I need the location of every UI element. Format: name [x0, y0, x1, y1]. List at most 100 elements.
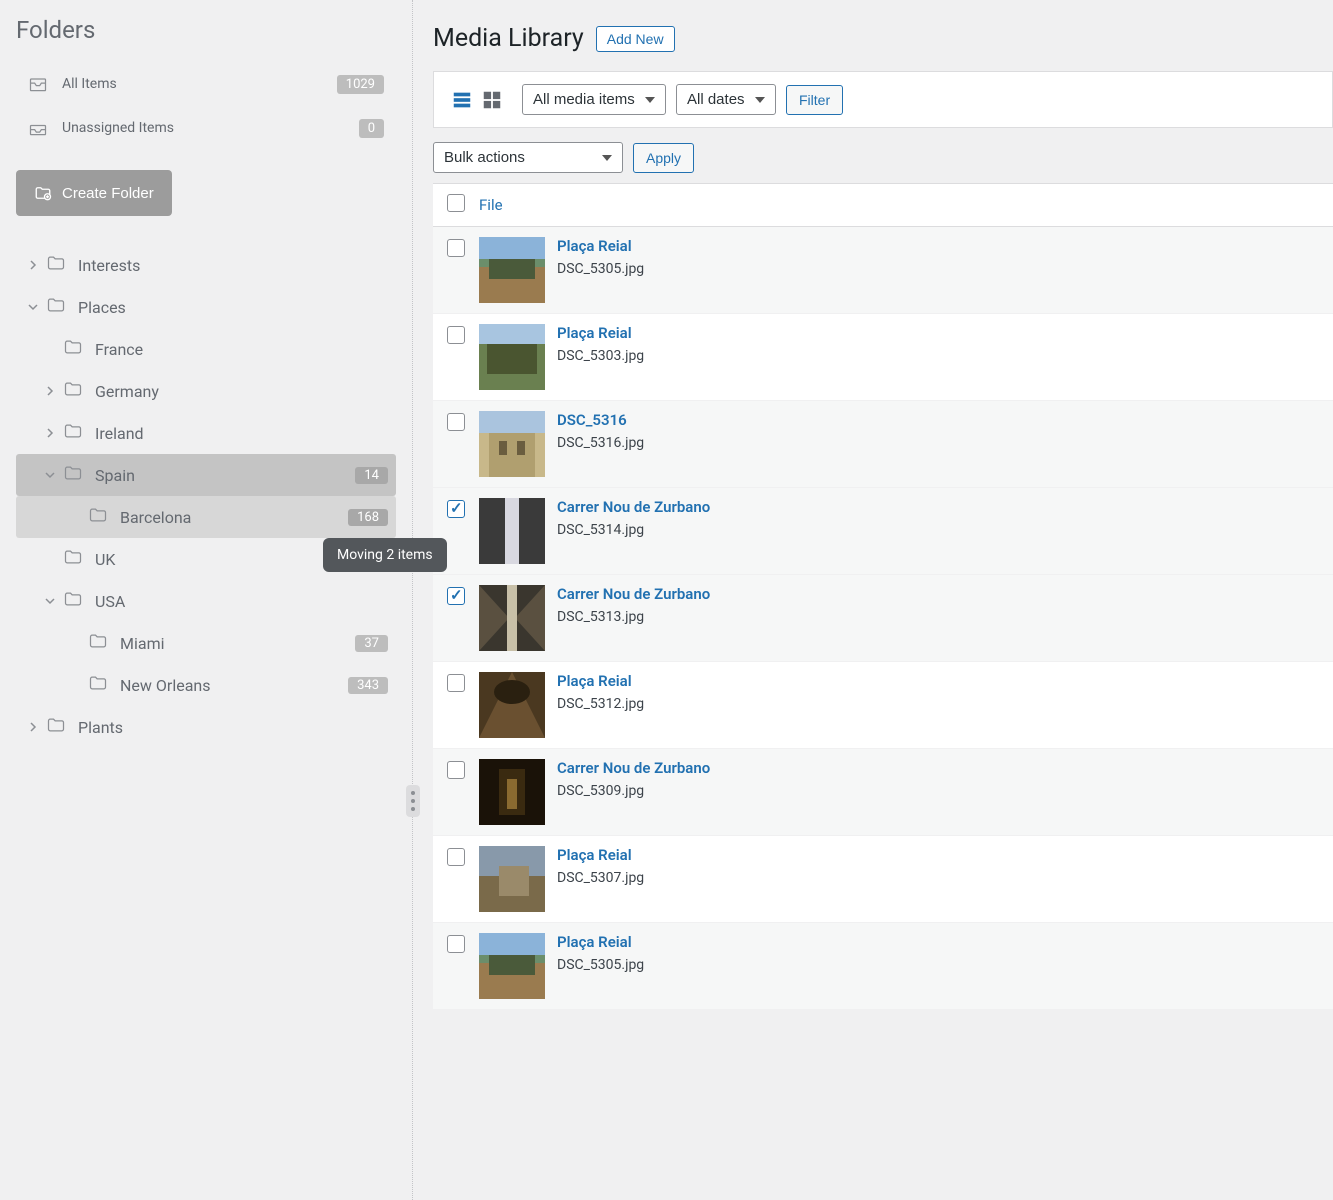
- folder-count: 343: [348, 677, 388, 694]
- all-items-row[interactable]: All Items 1029: [16, 62, 396, 106]
- list-view-button[interactable]: [448, 86, 476, 114]
- thumbnail[interactable]: [479, 759, 545, 825]
- folder-plus-icon: [34, 184, 52, 202]
- folder-row-new-orleans[interactable]: New Orleans 343: [16, 664, 396, 706]
- thumbnail[interactable]: [479, 411, 545, 477]
- row-checkbox[interactable]: [447, 587, 465, 605]
- table-row: Plaça ReialDSC_5307.jpg: [433, 836, 1333, 923]
- folder-label: Plants: [78, 718, 123, 737]
- unassigned-label: Unassigned Items: [62, 120, 174, 136]
- create-folder-button[interactable]: Create Folder: [16, 170, 172, 216]
- folder-row-spain[interactable]: Spain 14: [16, 454, 396, 496]
- media-title[interactable]: Carrer Nou de Zurbano: [557, 498, 710, 516]
- folder-label: Ireland: [95, 424, 144, 443]
- media-filename: DSC_5303.jpg: [557, 348, 644, 364]
- folder-row-usa[interactable]: USA: [16, 580, 396, 622]
- file-column-header[interactable]: File: [479, 196, 503, 214]
- page-title: Media Library: [433, 24, 584, 53]
- folder-icon: [88, 631, 108, 655]
- thumbnail[interactable]: [479, 933, 545, 999]
- splitter-handle[interactable]: [406, 785, 420, 817]
- row-checkbox[interactable]: [447, 326, 465, 344]
- table-header: File: [433, 184, 1333, 227]
- create-folder-label: Create Folder: [62, 185, 154, 202]
- all-items-count: 1029: [337, 75, 384, 94]
- media-title[interactable]: Plaça Reial: [557, 846, 644, 864]
- row-checkbox[interactable]: [447, 848, 465, 866]
- folder-icon: [46, 295, 66, 319]
- media-filename: DSC_5316.jpg: [557, 435, 644, 451]
- thumbnail[interactable]: [479, 237, 545, 303]
- media-title[interactable]: Plaça Reial: [557, 237, 644, 255]
- thumbnail[interactable]: [479, 846, 545, 912]
- apply-button[interactable]: Apply: [633, 143, 694, 173]
- folder-label: Interests: [78, 256, 140, 275]
- media-title[interactable]: Plaça Reial: [557, 324, 644, 342]
- table-row: Carrer Nou de ZurbanoDSC_5313.jpg: [433, 575, 1333, 662]
- folder-row-germany[interactable]: Germany: [16, 370, 396, 412]
- folder-icon: [46, 715, 66, 739]
- folder-row-miami[interactable]: Miami 37: [16, 622, 396, 664]
- unassigned-count: 0: [359, 119, 384, 138]
- thumbnail[interactable]: [479, 672, 545, 738]
- folder-icon: [63, 337, 83, 361]
- folder-label: Spain: [95, 466, 135, 485]
- media-table: File Plaça ReialDSC_5305.jpgPlaça ReialD…: [433, 183, 1333, 1010]
- folder-icon: [63, 547, 83, 571]
- chevron-right-icon[interactable]: [24, 260, 42, 270]
- filter-bar: All media items All dates Filter: [433, 71, 1333, 128]
- media-filename: DSC_5305.jpg: [557, 261, 644, 277]
- drag-tooltip: Moving 2 items: [323, 538, 447, 572]
- list-icon: [451, 89, 473, 111]
- folder-row-interests[interactable]: Interests: [16, 244, 396, 286]
- thumbnail[interactable]: [479, 585, 545, 651]
- row-checkbox[interactable]: [447, 674, 465, 692]
- all-items-label: All Items: [62, 76, 117, 92]
- folder-label: UK: [95, 550, 115, 569]
- media-title[interactable]: Plaça Reial: [557, 933, 644, 951]
- table-row: Plaça Reial DSC_5305.jpg: [433, 227, 1333, 314]
- folder-label: Miami: [120, 634, 164, 653]
- table-row: DSC_5316 DSC_5316.jpg: [433, 401, 1333, 488]
- unassigned-items-row[interactable]: Unassigned Items 0: [16, 106, 396, 150]
- folder-row-france[interactable]: France: [16, 328, 396, 370]
- row-checkbox[interactable]: [447, 500, 465, 518]
- folder-label: New Orleans: [120, 676, 211, 695]
- media-title[interactable]: Carrer Nou de Zurbano: [557, 585, 710, 603]
- chevron-down-icon[interactable]: [41, 470, 59, 480]
- thumbnail[interactable]: [479, 324, 545, 390]
- grid-view-button[interactable]: [478, 86, 506, 114]
- media-title[interactable]: Carrer Nou de Zurbano: [557, 759, 710, 777]
- table-row: Plaça ReialDSC_5312.jpg: [433, 662, 1333, 749]
- media-type-filter[interactable]: All media items: [522, 84, 666, 115]
- row-checkbox[interactable]: [447, 935, 465, 953]
- folder-row-ireland[interactable]: Ireland: [16, 412, 396, 454]
- chevron-down-icon[interactable]: [41, 596, 59, 606]
- select-all-checkbox[interactable]: [447, 194, 465, 212]
- date-filter[interactable]: All dates: [676, 84, 776, 115]
- folder-icon: [63, 463, 83, 487]
- folders-sidebar: Folders All Items 1029 Unassigned Items …: [0, 0, 413, 1200]
- row-checkbox[interactable]: [447, 761, 465, 779]
- folder-tree: Interests Places FranceGermany Ireland Spain…: [16, 244, 396, 748]
- folder-row-places[interactable]: Places: [16, 286, 396, 328]
- folder-row-plants[interactable]: Plants: [16, 706, 396, 748]
- folder-label: Barcelona: [120, 508, 191, 527]
- filter-button[interactable]: Filter: [786, 85, 843, 115]
- row-checkbox[interactable]: [447, 413, 465, 431]
- chevron-right-icon[interactable]: [41, 428, 59, 438]
- media-title[interactable]: Plaça Reial: [557, 672, 644, 690]
- folder-row-barcelona[interactable]: Barcelona168: [16, 496, 396, 538]
- media-title[interactable]: DSC_5316: [557, 411, 644, 429]
- folder-label: Places: [78, 298, 126, 317]
- chevron-right-icon[interactable]: [24, 722, 42, 732]
- chevron-right-icon[interactable]: [41, 386, 59, 396]
- add-new-button[interactable]: Add New: [596, 26, 675, 52]
- folder-count: 14: [355, 467, 388, 484]
- row-checkbox[interactable]: [447, 239, 465, 257]
- chevron-down-icon[interactable]: [24, 302, 42, 312]
- table-row: Carrer Nou de ZurbanoDSC_5309.jpg: [433, 749, 1333, 836]
- bulk-actions-select[interactable]: Bulk actions: [433, 142, 623, 173]
- thumbnail[interactable]: [479, 498, 545, 564]
- folder-count: 37: [355, 635, 388, 652]
